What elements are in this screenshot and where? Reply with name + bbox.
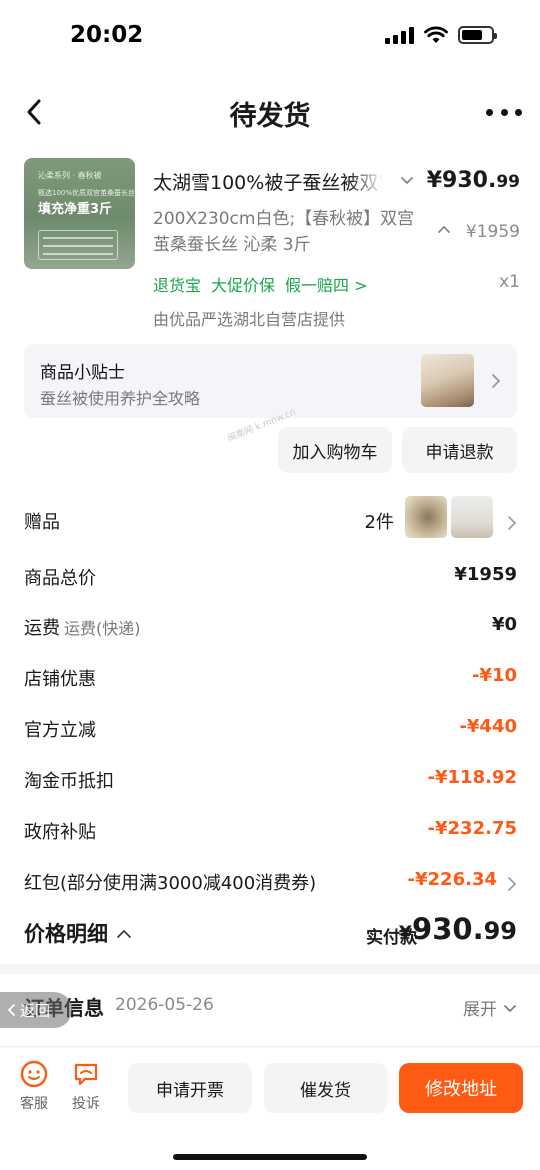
customer-service-icon: [20, 1060, 48, 1088]
price-detail-row[interactable]: 价格明细 实付款 ¥930.99: [24, 910, 517, 956]
coin-deduct-label: 淘金币抵扣: [24, 771, 114, 792]
expand-label: 展开: [463, 1000, 497, 1020]
chevron-right-icon: [508, 516, 517, 530]
section-divider: [0, 964, 540, 974]
tips-subtitle: 蚕丝被使用养护全攻略: [40, 389, 201, 408]
floating-back-button[interactable]: 返回: [0, 992, 72, 1028]
home-indicator[interactable]: [173, 1154, 367, 1160]
shipping-row: 运费 运费(快递) ¥0: [24, 614, 517, 644]
official-discount-label: 官方立减: [24, 720, 96, 741]
gov-subsidy-value: -¥232.75: [427, 818, 517, 839]
tips-image: [421, 354, 474, 407]
product-price: ¥930.99: [426, 168, 520, 193]
thumb-weight-text: 填充净重3斤: [38, 202, 113, 217]
official-discount-row: 官方立减 -¥440: [24, 716, 517, 746]
expand-button[interactable]: 展开: [463, 995, 517, 1020]
gov-subsidy-row: 政府补贴 -¥232.75: [24, 818, 517, 848]
chevron-up-icon[interactable]: [435, 222, 453, 236]
chevron-down-icon: [504, 1004, 516, 1012]
order-date: 2026-05-26: [115, 995, 214, 1015]
battery-icon: [458, 26, 497, 44]
shop-discount-row: 店铺优惠 -¥10: [24, 665, 517, 695]
back-arrow-icon: [7, 1004, 15, 1016]
total-price-label: 商品总价: [24, 568, 96, 589]
red-packet-value: -¥226.34: [407, 869, 497, 890]
bottom-action-bar: 客服 投诉 申请开票 催发货 修改地址: [0, 1046, 540, 1170]
nav-bar: 待发货: [0, 84, 540, 140]
shipping-value: ¥0: [491, 614, 517, 635]
complaint-button[interactable]: 投诉: [63, 1059, 109, 1113]
order-info-row[interactable]: 订单信息 2026-05-26 展开: [24, 990, 517, 1026]
wifi-icon: [424, 26, 448, 43]
gift-label: 赠品: [24, 512, 60, 533]
status-icons: [385, 26, 497, 44]
product-spec: 200X230cm白色;【春秋被】双宫茧桑蚕长丝 沁柔 3斤: [153, 209, 415, 255]
red-packet-label: 红包(部分使用满3000减400消费券): [24, 873, 317, 894]
status-time: 20:02: [70, 22, 144, 48]
badge-price-protect[interactable]: 大促价保: [211, 272, 275, 296]
status-bar: 20:02: [0, 0, 540, 72]
coin-deduct-value: -¥118.92: [427, 767, 517, 788]
product-title[interactable]: 太湖雪100%被子蚕丝被双宫茧: [153, 168, 383, 195]
apply-invoice-button[interactable]: 申请开票: [128, 1063, 252, 1113]
official-discount-value: -¥440: [459, 716, 517, 737]
complaint-icon: [74, 1063, 98, 1086]
chevron-down-icon[interactable]: [397, 170, 417, 190]
apply-refund-button[interactable]: 申请退款: [402, 427, 517, 473]
product-quantity: x1: [499, 272, 520, 292]
price-detail-label[interactable]: 价格明细: [24, 918, 108, 948]
customer-service-button[interactable]: 客服: [11, 1059, 57, 1113]
gift-count: 2件: [364, 512, 394, 533]
total-price-value: ¥1959: [454, 564, 517, 585]
product-thumbnail[interactable]: 沁柔系列 · 春秋被 甄选100%优质双宫茧桑蚕长丝 填充净重3斤: [24, 158, 135, 269]
red-packet-row[interactable]: 红包(部分使用满3000减400消费券) -¥226.34: [24, 869, 517, 899]
complaint-label: 投诉: [72, 1096, 100, 1112]
customer-service-label: 客服: [20, 1096, 48, 1112]
total-price-row: 商品总价 ¥1959: [24, 564, 517, 594]
seller-info: 由优品严选湖北自营店提供: [153, 310, 346, 329]
page-title: 待发货: [229, 101, 311, 132]
paid-amount: ¥930.99: [398, 912, 517, 946]
shop-discount-value: -¥10: [471, 665, 517, 686]
signal-icon: [385, 26, 414, 44]
product-tips-card[interactable]: 商品小贴士 蚕丝被使用养护全攻略: [24, 344, 517, 418]
shipping-label: 运费 运费(快递): [24, 618, 141, 639]
tips-title: 商品小贴士: [40, 363, 125, 383]
badge-fake-compensation[interactable]: 假一赔四 >: [285, 272, 368, 296]
gift-image-1: [405, 496, 447, 538]
service-badges[interactable]: 退货宝 大促价保 假一赔四 >: [153, 272, 368, 296]
change-address-button[interactable]: 修改地址: [399, 1063, 523, 1113]
chevron-up-icon[interactable]: [116, 928, 132, 940]
urge-shipping-button[interactable]: 催发货: [264, 1063, 387, 1113]
original-price: ¥1959: [465, 222, 520, 242]
shop-discount-label: 店铺优惠: [24, 669, 96, 690]
gov-subsidy-label: 政府补贴: [24, 822, 96, 843]
thumb-desc-text: 甄选100%优质双宫茧桑蚕长丝: [38, 189, 135, 197]
thumb-series-text: 沁柔系列 · 春秋被: [38, 171, 102, 180]
badge-return[interactable]: 退货宝: [153, 272, 201, 296]
more-icon[interactable]: [486, 92, 522, 132]
chevron-right-icon: [492, 374, 501, 388]
gift-row[interactable]: 赠品 2件: [24, 496, 517, 538]
floating-back-label: 返回: [20, 1001, 51, 1020]
add-to-cart-button[interactable]: 加入购物车: [278, 427, 392, 473]
coin-deduct-row: 淘金币抵扣 -¥118.92: [24, 767, 517, 797]
shipping-sublabel: 运费(快递): [64, 619, 141, 638]
chevron-right-icon: [508, 877, 517, 891]
product-card[interactable]: 沁柔系列 · 春秋被 甄选100%优质双宫茧桑蚕长丝 填充净重3斤 太湖雪100…: [24, 158, 520, 336]
thumb-spec-box: [38, 230, 118, 260]
gift-image-2: [451, 496, 493, 538]
